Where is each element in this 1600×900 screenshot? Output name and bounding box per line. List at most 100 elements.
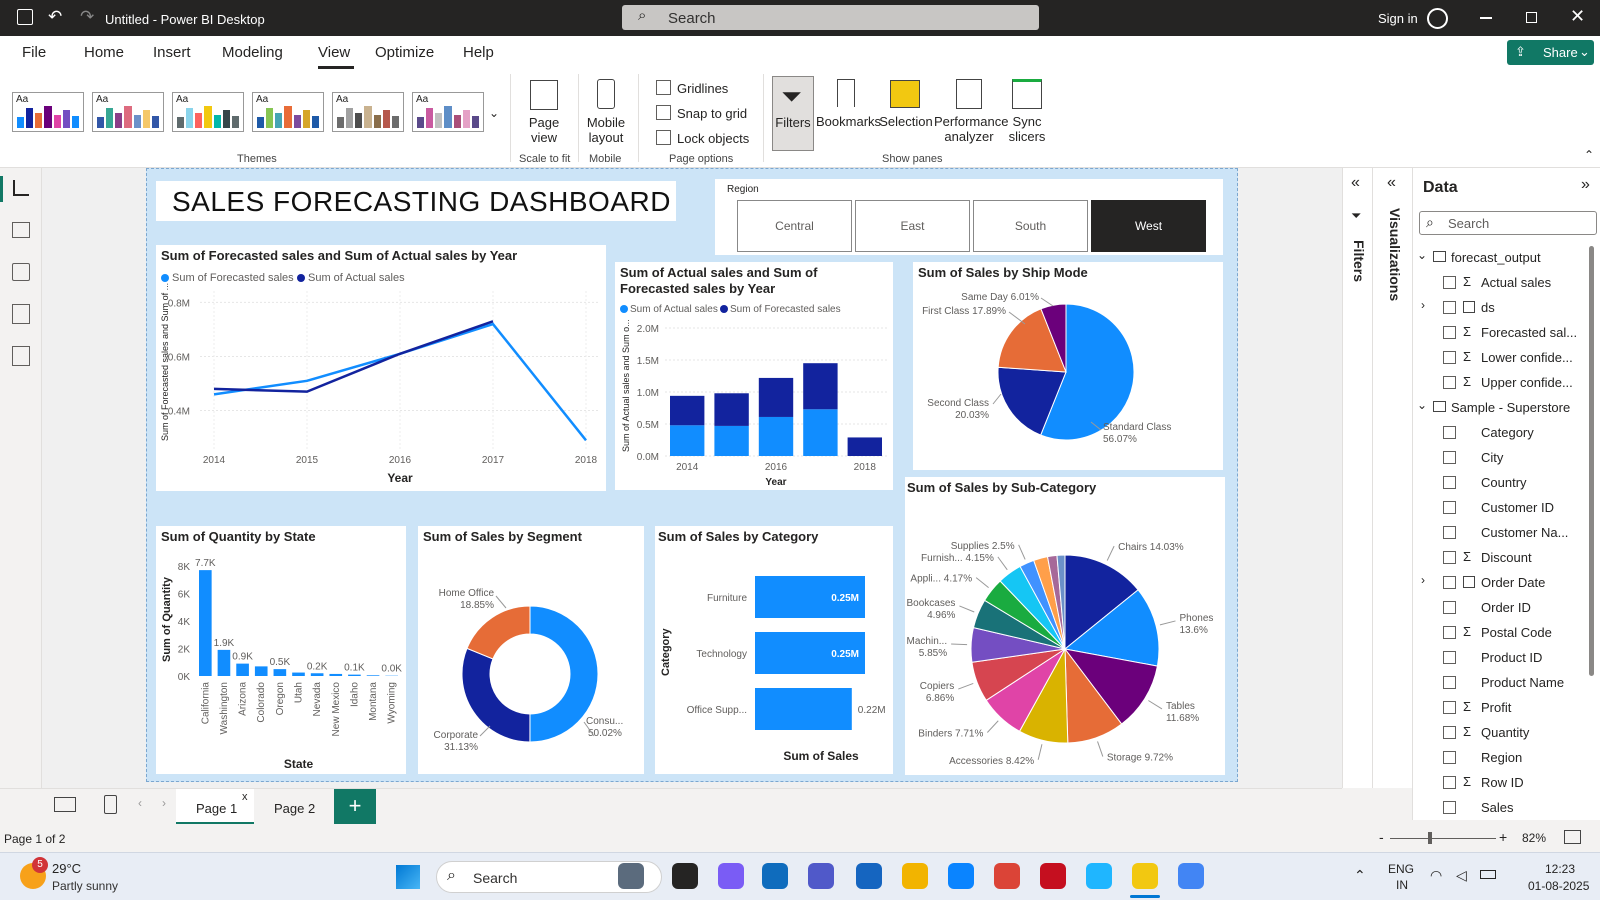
state-bar-chart[interactable]: 0K 2K 4K 6K 8K 7.7K California 1.9K Washington 0.… xyxy=(156,546,406,774)
mobile-layout-button[interactable]: Mobile layout xyxy=(582,76,630,150)
state-bar[interactable] xyxy=(348,674,361,676)
taskbar-settings-icon[interactable] xyxy=(948,863,974,889)
field-table-label[interactable]: forecast_output xyxy=(1451,250,1541,265)
taskbar-widgets-icon[interactable] xyxy=(618,863,644,889)
field-label[interactable]: Order Date xyxy=(1481,575,1545,590)
menu-item-modeling[interactable]: Modeling xyxy=(222,44,283,61)
redo-icon[interactable]: ↷ xyxy=(80,7,94,27)
visualizations-pane-collapsed[interactable]: « Visualizations xyxy=(1372,168,1412,788)
sync-slicers-button[interactable]: Sync slicers xyxy=(1004,76,1050,150)
tmdl-view-icon[interactable] xyxy=(12,346,30,366)
state-bar[interactable] xyxy=(273,669,287,676)
sign-in-link[interactable]: Sign in xyxy=(1378,11,1418,26)
collapse-ribbon-icon[interactable]: ⌃ xyxy=(1584,148,1594,162)
restore-icon[interactable] xyxy=(1526,12,1537,23)
taskbar-mcafee-icon[interactable] xyxy=(1040,863,1066,889)
field-label[interactable]: Country xyxy=(1481,475,1527,490)
report-view-icon[interactable] xyxy=(13,180,29,196)
taskbar-teams-icon[interactable] xyxy=(808,863,834,889)
checkbox-snap-to-grid[interactable] xyxy=(656,105,671,120)
column-chart[interactable]: Sum of Actual sales Sum of Forecasted sal… xyxy=(615,298,893,490)
field-label[interactable]: Product ID xyxy=(1481,650,1542,665)
state-bar[interactable] xyxy=(254,666,268,676)
language-ime[interactable]: ENG xyxy=(1388,862,1414,876)
desktop-layout-icon[interactable] xyxy=(54,797,76,812)
chevron-down-icon[interactable]: ⌄ xyxy=(1417,398,1427,412)
field-label[interactable]: Order ID xyxy=(1481,600,1531,615)
theme-swatch[interactable]: Aa xyxy=(252,92,324,132)
field-checkbox[interactable] xyxy=(1443,801,1456,814)
field-checkbox[interactable] xyxy=(1443,501,1456,514)
column-bar[interactable] xyxy=(670,425,705,456)
share-button[interactable]: ⇪ Share ⌄ xyxy=(1507,40,1594,65)
field-checkbox[interactable] xyxy=(1443,726,1456,739)
field-label[interactable]: Lower confide... xyxy=(1481,350,1573,365)
field-checkbox[interactable] xyxy=(1443,476,1456,489)
slicer-option-west[interactable]: West xyxy=(1091,200,1206,252)
field-label[interactable]: Postal Code xyxy=(1481,625,1552,640)
donut-slice[interactable] xyxy=(461,647,531,743)
field-checkbox[interactable] xyxy=(1443,551,1456,564)
state-bar[interactable] xyxy=(217,649,231,676)
field-checkbox[interactable] xyxy=(1443,626,1456,639)
state-bar[interactable] xyxy=(292,672,305,676)
chevron-up-icon[interactable]: ⌃ xyxy=(1354,867,1366,884)
category-bar[interactable] xyxy=(755,688,852,730)
line-chart[interactable]: Sum of Forecasted sales Sum of Actual sal… xyxy=(156,267,606,491)
field-checkbox[interactable] xyxy=(1443,351,1456,364)
wifi-icon[interactable]: ◠ xyxy=(1430,867,1442,884)
donut-slice[interactable] xyxy=(466,605,531,660)
field-label[interactable]: ds xyxy=(1481,300,1495,315)
checkbox-lock-objects[interactable] xyxy=(656,130,671,145)
next-page-icon[interactable]: › xyxy=(162,796,166,810)
close-page-icon[interactable]: x xyxy=(242,791,248,803)
field-label[interactable]: Profit xyxy=(1481,700,1511,715)
taskbar-powerbi-icon[interactable] xyxy=(1132,863,1158,889)
field-checkbox[interactable] xyxy=(1443,526,1456,539)
theme-swatch[interactable]: Aa xyxy=(412,92,484,132)
minimize-icon[interactable] xyxy=(1480,17,1492,19)
taskbar-explorer-icon[interactable] xyxy=(902,863,928,889)
field-label[interactable]: Region xyxy=(1481,750,1522,765)
filters-pane-button[interactable]: ⏷ Filters xyxy=(772,76,814,151)
field-label[interactable]: Quantity xyxy=(1481,725,1529,740)
field-label[interactable]: Category xyxy=(1481,425,1534,440)
state-bar[interactable] xyxy=(329,673,343,676)
sub-category-pie-chart[interactable]: Chairs 14.03% Phones13.6% Tables11.68% Stor… xyxy=(905,499,1225,775)
slicer-option-central[interactable]: Central xyxy=(737,200,852,252)
field-checkbox[interactable] xyxy=(1443,576,1456,589)
collapse-data-pane-icon[interactable]: » xyxy=(1581,176,1590,194)
menu-item-insert[interactable]: Insert xyxy=(153,44,191,61)
field-checkbox[interactable] xyxy=(1443,701,1456,714)
segment-donut-chart[interactable]: Consu...50.02% Corporate31.13% Home Office… xyxy=(418,546,644,774)
theme-swatch[interactable]: Aa xyxy=(92,92,164,132)
page-tab-page-2[interactable]: Page 2 xyxy=(256,789,334,825)
column-bar[interactable] xyxy=(803,363,838,410)
menu-item-view[interactable]: View xyxy=(318,44,350,61)
filters-pane-collapsed[interactable]: « ⏷ Filters xyxy=(1342,168,1372,788)
field-label[interactable]: Row ID xyxy=(1481,775,1524,790)
column-bar[interactable] xyxy=(714,425,749,456)
menu-item-file[interactable]: File xyxy=(22,44,46,61)
zoom-in-button[interactable]: + xyxy=(1499,829,1507,845)
slicer-option-east[interactable]: East xyxy=(855,200,970,252)
menu-item-home[interactable]: Home xyxy=(84,44,124,61)
line-series[interactable] xyxy=(213,322,587,442)
state-bar[interactable] xyxy=(310,673,324,676)
column-bar[interactable] xyxy=(758,416,794,456)
field-checkbox[interactable] xyxy=(1443,451,1456,464)
dax-query-view-icon[interactable] xyxy=(12,304,30,324)
expand-filters-icon[interactable]: « xyxy=(1351,174,1360,192)
data-pane-scrollbar[interactable] xyxy=(1589,246,1594,676)
field-label[interactable]: Upper confide... xyxy=(1481,375,1573,390)
selection-pane-button[interactable]: Selection xyxy=(878,76,934,150)
menu-item-help[interactable]: Help xyxy=(463,44,494,61)
column-bar[interactable] xyxy=(670,395,705,426)
bookmarks-pane-button[interactable]: Bookmarks xyxy=(816,76,881,150)
prev-page-icon[interactable]: ‹ xyxy=(138,796,142,810)
taskbar-chrome-icon[interactable] xyxy=(994,863,1020,889)
field-checkbox[interactable] xyxy=(1443,751,1456,764)
themes-expand-icon[interactable]: ⌄ xyxy=(489,106,499,120)
field-label[interactable]: Customer ID xyxy=(1481,500,1554,515)
battery-icon[interactable] xyxy=(1480,870,1496,879)
